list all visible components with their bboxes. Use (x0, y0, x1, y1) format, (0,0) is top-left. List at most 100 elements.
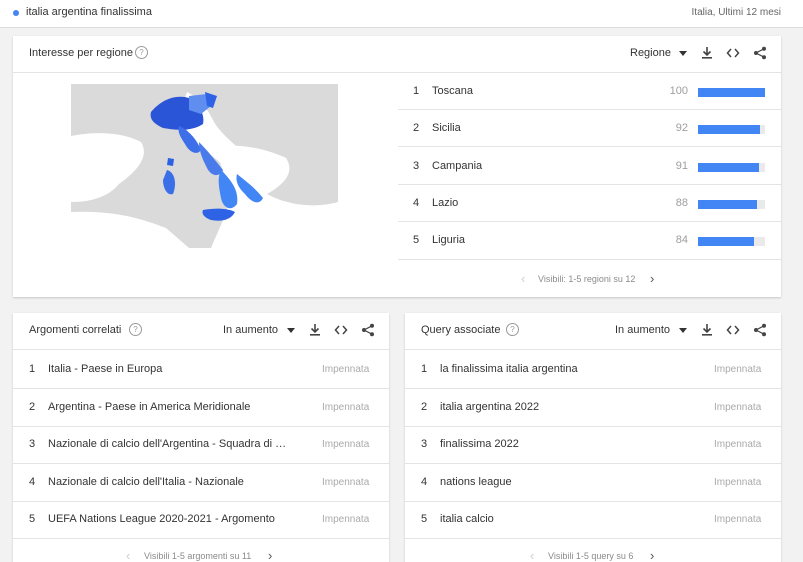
item-label: italia calcio (440, 513, 494, 525)
trend-label: Impennata (322, 402, 370, 413)
download-icon[interactable] (308, 323, 322, 337)
region-name: Liguria (432, 234, 466, 246)
region-value: 100 (669, 85, 688, 97)
item-label: Nazionale di calcio dell'Argentina - Squ… (48, 438, 287, 450)
rank-number: 3 (421, 438, 428, 450)
download-icon[interactable] (700, 323, 714, 337)
chevron-right-icon[interactable]: › (650, 271, 654, 286)
region-row[interactable]: 1 Toscana 100 (413, 85, 765, 101)
rank-number: 5 (421, 513, 428, 525)
help-icon[interactable]: ? (506, 323, 519, 336)
region-row[interactable]: 4 Lazio 88 (413, 197, 765, 213)
chevron-left-icon[interactable]: ‹ (530, 548, 534, 562)
share-icon[interactable] (753, 323, 767, 337)
trend-label: Impennata (714, 477, 762, 488)
region-name: Toscana (432, 85, 473, 97)
trend-label: Impennata (322, 477, 370, 488)
chevron-right-icon[interactable]: › (650, 548, 654, 562)
share-icon[interactable] (753, 46, 767, 60)
embed-icon[interactable] (334, 323, 348, 337)
rank-number: 1 (421, 363, 428, 375)
filter-select[interactable]: In aumento (615, 324, 670, 336)
share-icon[interactable] (361, 323, 375, 337)
row-divider (13, 463, 389, 464)
download-icon[interactable] (700, 46, 714, 60)
region-row[interactable]: 2 Sicilia 92 (413, 122, 765, 138)
card-title: Interesse per regione (29, 47, 133, 59)
row-divider (405, 501, 781, 502)
list-item[interactable]: 5 UEFA Nations League 2020-2021 - Argomen… (29, 513, 374, 529)
trend-label: Impennata (714, 364, 762, 375)
pagination-label: Visibili: 1-5 regioni su 12 (538, 274, 636, 284)
region-value: 91 (675, 160, 688, 172)
help-icon[interactable]: ? (129, 323, 142, 336)
item-label: Italia - Paese in Europa (48, 363, 163, 375)
row-divider (398, 184, 781, 185)
region-name: Lazio (432, 197, 459, 209)
region-row[interactable]: 5 Liguria 84 (413, 234, 765, 250)
region-row[interactable]: 3 Campania 91 (413, 160, 765, 176)
score-bar-track (698, 88, 765, 97)
list-item[interactable]: 1 Italia - Paese in Europa Impennata (29, 363, 374, 379)
row-divider (13, 501, 389, 502)
filter-select[interactable]: In aumento (223, 324, 278, 336)
item-label: UEFA Nations League 2020-2021 - Argoment… (48, 513, 275, 525)
item-label: Argentina - Paese in America Meridionale (48, 401, 251, 413)
caret-down-icon[interactable] (679, 51, 687, 56)
embed-icon[interactable] (726, 46, 740, 60)
item-label: finalissima 2022 (440, 438, 519, 450)
score-bar (698, 200, 757, 209)
embed-icon[interactable] (726, 323, 740, 337)
score-bar-track (698, 200, 765, 209)
trend-label: Impennata (714, 402, 762, 413)
row-divider (405, 538, 781, 539)
row-divider (405, 426, 781, 427)
item-label: Nazionale di calcio dell'Italia - Nazion… (48, 476, 244, 488)
series-color-dot (13, 10, 19, 16)
card-title: Query associate (421, 324, 501, 336)
related-queries-card: Query associate ? In aumento 1 la finalis… (405, 313, 781, 562)
scope-label[interactable]: Italia, Ultimi 12 mesi (692, 7, 781, 18)
list-item[interactable]: 4 Nazionale di calcio dell'Italia - Nazio… (29, 476, 374, 492)
region-map[interactable] (71, 84, 338, 248)
caret-down-icon[interactable] (287, 328, 295, 333)
list-item[interactable]: 3 finalissima 2022 Impennata (421, 438, 766, 454)
rank-number: 3 (29, 438, 36, 450)
chevron-left-icon[interactable]: ‹ (126, 548, 130, 562)
list-item[interactable]: 4 nations league Impennata (421, 476, 766, 492)
list-item[interactable]: 1 la finalissima italia argentina Impennat… (421, 363, 766, 379)
rank-number: 1 (29, 363, 36, 375)
list-item[interactable]: 2 Argentina - Paese in America Meridional… (29, 401, 374, 417)
score-bar (698, 237, 755, 246)
search-term[interactable]: italia argentina finalissima (26, 6, 152, 18)
score-bar-track (698, 163, 765, 172)
row-divider (405, 388, 781, 389)
list-item[interactable]: 3 Nazionale di calcio dell'Argentina - Sq… (29, 438, 374, 454)
chevron-left-icon[interactable]: ‹ (521, 271, 525, 286)
divider (405, 349, 781, 350)
rank-number: 3 (413, 160, 420, 172)
item-label: la finalissima italia argentina (440, 363, 578, 375)
row-divider (398, 146, 781, 147)
region-value: 84 (675, 234, 688, 246)
row-divider (13, 538, 389, 539)
list-item[interactable]: 5 italia calcio Impennata (421, 513, 766, 529)
item-label: nations league (440, 476, 512, 488)
list-item[interactable]: 2 italia argentina 2022 Impennata (421, 401, 766, 417)
caret-down-icon[interactable] (679, 328, 687, 333)
divider (13, 349, 389, 350)
trend-label: Impennata (714, 439, 762, 450)
rank-number: 2 (421, 401, 428, 413)
help-icon[interactable]: ? (135, 46, 148, 59)
row-divider (405, 463, 781, 464)
resolution-select[interactable]: Regione (630, 47, 671, 59)
chevron-right-icon[interactable]: › (268, 548, 272, 562)
pagination-label: Visibili 1-5 argomenti su 11 (144, 551, 252, 561)
rank-number: 2 (413, 122, 420, 134)
row-divider (398, 109, 781, 110)
related-topics-card: Argomenti correlati ? In aumento 1 Italia… (13, 313, 389, 562)
region-value: 88 (675, 197, 688, 209)
rank-number: 2 (29, 401, 36, 413)
rank-number: 4 (29, 476, 36, 488)
score-bar (698, 125, 760, 134)
